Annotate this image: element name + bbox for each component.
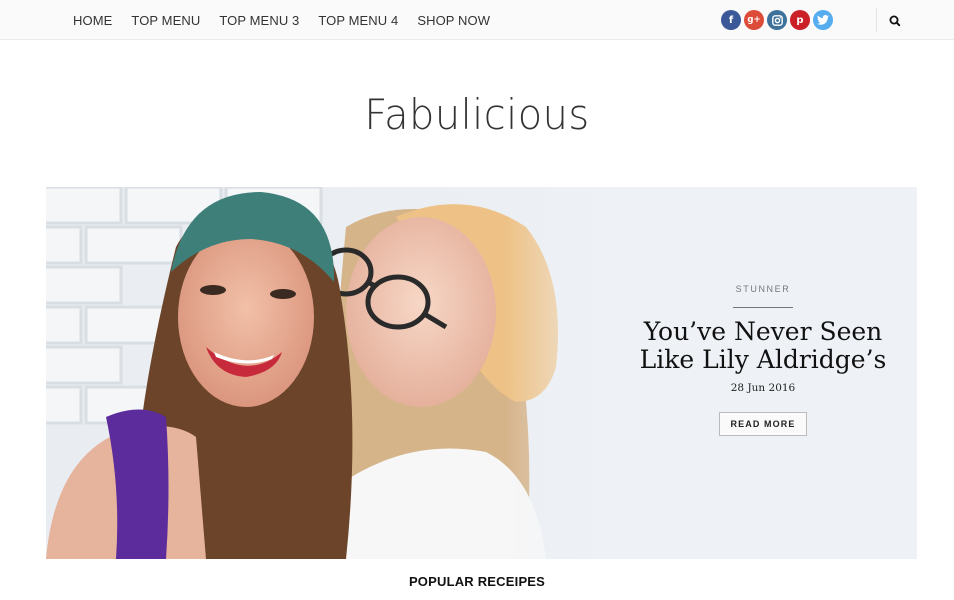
section-title: POPULAR RECEIPES: [408, 574, 546, 589]
hero-date: 28 Jun 2016: [730, 382, 796, 394]
nav-top-menu-3[interactable]: TOP MENU 3: [219, 13, 299, 28]
hero-slide[interactable]: STUNNER You’ve Never Seen Like Lily Aldr…: [46, 187, 917, 559]
nav-top-menu-4[interactable]: TOP MENU 4: [318, 13, 398, 28]
site-logo[interactable]: Fabulicious: [24, 90, 930, 139]
nav-top-menu[interactable]: TOP MENU: [131, 13, 200, 28]
read-more-button[interactable]: READ MORE: [718, 412, 808, 436]
hero-title-line-2: Like Lily Aldridge’s: [639, 345, 887, 374]
category-divider: [733, 307, 793, 308]
nav-home[interactable]: HOME: [73, 13, 112, 28]
instagram-icon[interactable]: [767, 10, 787, 30]
google-plus-icon[interactable]: g+: [744, 10, 764, 30]
top-bar: HOME TOP MENU TOP MENU 3 TOP MENU 4 SHOP…: [0, 0, 954, 40]
social-links: f g+ p: [721, 10, 836, 30]
hero-category[interactable]: STUNNER: [632, 284, 894, 294]
facebook-icon[interactable]: f: [721, 10, 741, 30]
twitter-icon[interactable]: [813, 10, 833, 30]
main-nav: HOME TOP MENU TOP MENU 3 TOP MENU 4 SHOP…: [73, 0, 509, 40]
pinterest-icon[interactable]: p: [790, 10, 810, 30]
hero-title-line-1: You’ve Never Seen: [643, 317, 883, 346]
hero-title[interactable]: You’ve Never Seen Like Lily Aldridge’s: [632, 318, 894, 374]
nav-shop-now[interactable]: SHOP NOW: [417, 13, 490, 28]
hero-caption: STUNNER You’ve Never Seen Like Lily Aldr…: [632, 284, 894, 436]
search-icon[interactable]: [887, 13, 903, 29]
topbar-divider: [876, 8, 877, 32]
